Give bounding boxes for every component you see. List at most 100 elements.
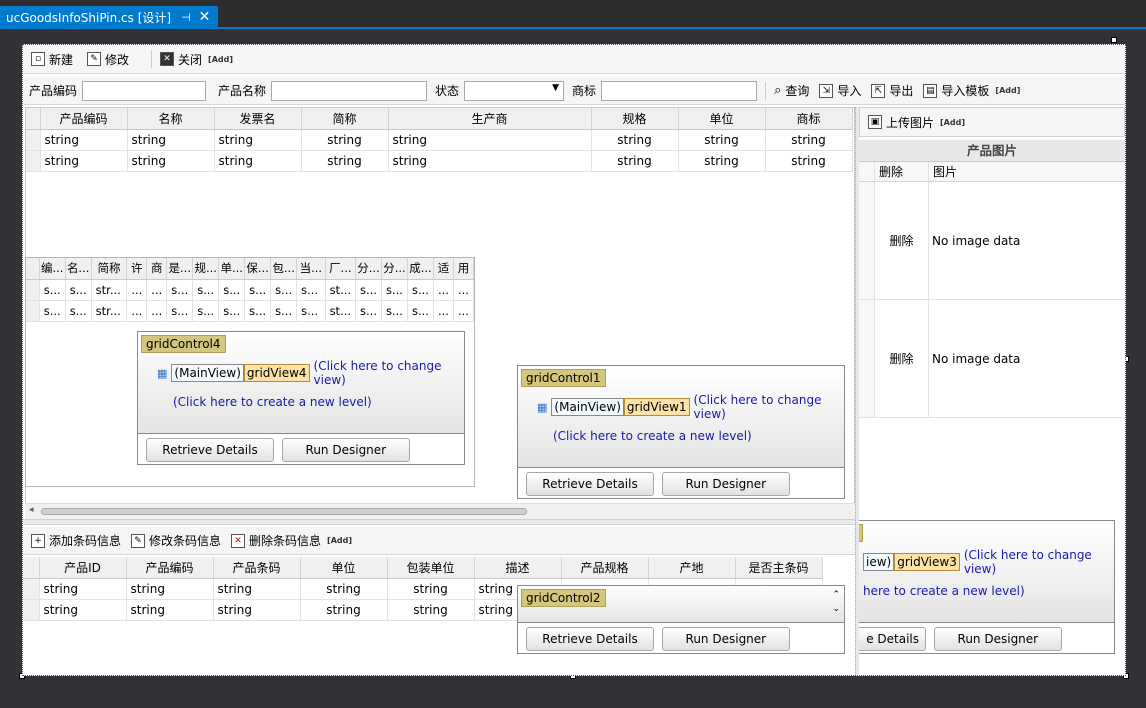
horizontal-splitter[interactable] — [23, 519, 855, 525]
column-header[interactable]: 生产商 — [388, 108, 592, 130]
table-cell[interactable]: s... — [270, 279, 298, 301]
table-cell[interactable]: s... — [192, 300, 220, 322]
table-cell[interactable]: s... — [218, 279, 246, 301]
table-cell[interactable]: s... — [192, 279, 220, 301]
column-header[interactable]: 发票名 — [214, 108, 302, 130]
table-cell[interactable]: string — [127, 150, 215, 172]
resize-handle-top-right[interactable] — [1111, 37, 1117, 43]
table-cell[interactable]: s... — [65, 279, 92, 301]
query-button[interactable]: ⌕ 查询 — [774, 82, 809, 99]
table-cell[interactable]: string — [387, 578, 475, 600]
add-item-placeholder[interactable]: [Add] — [940, 118, 965, 127]
table-row[interactable]: string string string string string strin… — [26, 150, 853, 172]
retrieve-details-button[interactable]: Retrieve Details — [526, 472, 654, 496]
add-item-placeholder[interactable]: [Add] — [995, 86, 1020, 95]
table-cell[interactable]: string — [39, 599, 127, 621]
table-cell[interactable]: s... — [381, 300, 408, 322]
change-view-link[interactable]: (Click here to change view) — [314, 359, 464, 387]
table-cell[interactable]: s... — [355, 300, 382, 322]
table-cell[interactable]: string — [39, 578, 127, 600]
run-designer-button[interactable]: Run Designer — [933, 627, 1062, 651]
edit-button[interactable]: ✎ 修改 — [87, 51, 129, 68]
table-cell[interactable]: s... — [355, 279, 382, 301]
column-header[interactable]: 单位 — [300, 557, 388, 579]
column-header[interactable]: 描述 — [474, 557, 562, 579]
grid-control-3[interactable]: iew) gridView3 (Click here to change vie… — [859, 520, 1115, 654]
table-cell[interactable]: string — [387, 599, 475, 621]
table-cell[interactable]: ... — [126, 279, 148, 301]
table-cell[interactable]: ... — [453, 300, 474, 322]
column-header[interactable]: 产品编码 — [40, 108, 128, 130]
scrollbar-thumb[interactable] — [41, 508, 527, 515]
column-header[interactable]: 当... — [296, 258, 326, 280]
column-header[interactable]: 许 — [126, 258, 148, 280]
table-cell[interactable]: s... — [244, 300, 272, 322]
import-button[interactable]: ⇲ 导入 — [819, 82, 861, 99]
table-cell[interactable]: s... — [39, 300, 66, 322]
column-header[interactable]: 产地 — [648, 557, 736, 579]
product-name-input[interactable] — [271, 80, 428, 101]
grid-view-chip[interactable]: gridView1 — [623, 398, 690, 416]
status-select[interactable]: ▼ — [464, 80, 565, 101]
table-row[interactable]: 删除 No image data — [859, 300, 1125, 418]
table-row[interactable]: s... s... str... ... ... s... s... s... … — [26, 279, 474, 301]
table-cell[interactable]: string — [213, 599, 301, 621]
column-header[interactable]: 单... — [218, 258, 246, 280]
table-cell[interactable]: s... — [407, 279, 434, 301]
column-header[interactable]: 产品规格 — [561, 557, 649, 579]
table-cell[interactable]: string — [388, 150, 592, 172]
edit-barcode-button[interactable]: ✎ 修改条码信息 — [131, 532, 221, 549]
table-cell[interactable]: string — [40, 129, 128, 151]
table-cell[interactable]: st... — [325, 300, 357, 322]
table-cell[interactable]: str... — [91, 279, 128, 301]
column-header[interactable]: 是... — [166, 258, 194, 280]
table-cell[interactable]: string — [214, 150, 302, 172]
add-barcode-button[interactable]: + 添加条码信息 — [31, 532, 121, 549]
table-cell[interactable]: ... — [433, 279, 454, 301]
grid-control-2[interactable]: gridControl2 ⌃ ⌄ Retrieve Details Run Des… — [517, 585, 845, 654]
scroll-left-icon[interactable]: ◂ — [29, 505, 34, 515]
column-header[interactable]: 适 — [433, 258, 454, 280]
table-cell[interactable]: string — [126, 578, 214, 600]
table-cell[interactable]: string — [591, 129, 679, 151]
column-header[interactable]: 分... — [355, 258, 382, 280]
table-cell[interactable]: string — [678, 150, 766, 172]
column-header[interactable]: 产品ID — [39, 557, 127, 579]
table-cell[interactable]: string — [765, 150, 853, 172]
column-header[interactable]: 包装单位 — [387, 557, 475, 579]
retrieve-details-button[interactable]: Retrieve Details — [146, 438, 274, 462]
table-cell[interactable]: s... — [381, 279, 408, 301]
table-cell[interactable]: string — [301, 150, 389, 172]
table-cell[interactable]: ... — [453, 279, 474, 301]
column-header[interactable]: 名... — [65, 258, 92, 280]
table-cell[interactable]: string — [300, 578, 388, 600]
grid-view-chip[interactable]: gridView4 — [243, 364, 310, 382]
grid-control-1[interactable]: gridControl1 ▦ (MainView) gridView1 (Cli… — [517, 365, 845, 499]
run-designer-button[interactable]: Run Designer — [661, 627, 790, 651]
table-cell[interactable]: st... — [325, 279, 357, 301]
delete-link[interactable]: 删除 — [875, 182, 929, 299]
column-header[interactable]: 图片 — [929, 162, 1125, 181]
panel-scroll-arrows[interactable]: ⌃ ⌄ — [832, 588, 840, 616]
table-cell[interactable]: s... — [166, 279, 194, 301]
table-cell[interactable]: s... — [296, 300, 326, 322]
column-header[interactable]: 规格 — [591, 108, 679, 130]
horizontal-scrollbar[interactable]: ◂ — [25, 503, 855, 519]
export-button[interactable]: ⇱ 导出 — [871, 82, 913, 99]
table-cell[interactable]: string — [388, 129, 592, 151]
column-header[interactable]: 产品编码 — [126, 557, 214, 579]
add-item-placeholder[interactable]: [Add] — [208, 55, 233, 64]
table-cell[interactable]: s... — [39, 279, 66, 301]
create-level-link[interactable]: (Click here to create a new level) — [553, 429, 844, 443]
grid-view-chip[interactable]: gridView3 — [894, 553, 960, 571]
table-cell[interactable]: str... — [91, 300, 128, 322]
table-cell[interactable]: string — [213, 578, 301, 600]
table-cell[interactable]: s... — [407, 300, 434, 322]
table-cell[interactable]: s... — [218, 300, 246, 322]
column-header[interactable]: 商标 — [765, 108, 853, 130]
create-level-link[interactable]: here to create a new level) — [863, 584, 1114, 598]
table-cell[interactable]: ... — [146, 279, 168, 301]
column-header[interactable]: 是否主条码 — [735, 557, 823, 579]
table-cell[interactable]: ... — [146, 300, 168, 322]
grid-control-4[interactable]: gridControl4 ▦ (MainView) gridView4 (Cli… — [137, 331, 465, 465]
